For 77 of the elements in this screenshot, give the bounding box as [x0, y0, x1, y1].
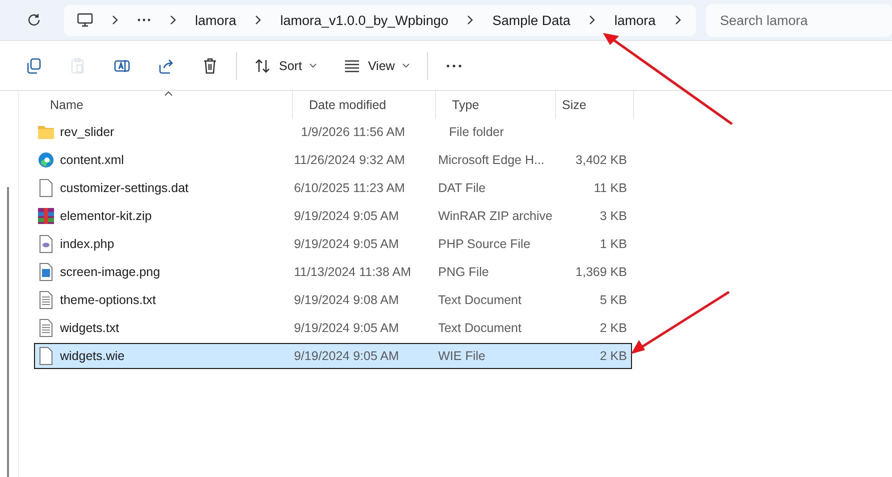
caret-icon	[402, 62, 410, 68]
date-cell-text: 9/19/2024 9:05 AM	[292, 209, 400, 223]
size-cell-text: 2 KB	[598, 321, 628, 335]
size-cell-text: 5 KB	[598, 293, 628, 307]
file-name: elementor-kit.zip	[60, 209, 152, 223]
date-cell-text: 9/19/2024 9:08 AM	[292, 293, 400, 307]
type-cell-text: DAT File	[437, 181, 487, 195]
file-row[interactable]: widgets.wie 9/19/2024 9:05 AM WIE File 2 KB	[34, 343, 632, 369]
size-cell-text: 3,402 KB	[574, 153, 628, 167]
caret-icon	[308, 62, 317, 68]
file-row[interactable]: theme-options.txt 9/19/2024 9:08 AM Text Document 5 KB	[34, 287, 632, 313]
type-cell-text: PHP Source File	[437, 237, 532, 251]
date-cell-text: 11/26/2024 9:32 AM	[292, 153, 406, 167]
more-icon[interactable]	[137, 18, 151, 22]
view-button[interactable]: View	[330, 48, 423, 82]
chevron-icon	[169, 15, 177, 25]
size-cell-text: 2 KB	[598, 349, 628, 363]
file-name: content.xml	[60, 153, 124, 167]
file-name: screen-image.png	[60, 265, 160, 279]
file-row[interactable]: index.php 9/19/2024 9:05 AM PHP Source File 1 KB	[34, 231, 632, 257]
date-cell-text: 11/13/2024 11:38 AM	[292, 265, 412, 279]
file-name: rev_slider	[60, 125, 114, 139]
computer-icon	[77, 12, 93, 28]
chevron-icon	[674, 15, 682, 25]
file-icon	[38, 347, 54, 365]
file-icon	[38, 179, 54, 197]
file-row[interactable]: rev_slider 1/9/2026 11:56 AM File folder	[34, 119, 632, 145]
archive-icon	[38, 207, 54, 225]
column-header[interactable]: Date modified	[293, 91, 436, 119]
date-cell-text: 9/19/2024 9:05 AM	[292, 237, 400, 251]
type-cell-text: PNG File	[437, 265, 490, 279]
file-name: widgets.txt	[60, 321, 120, 335]
chevron-icon	[254, 15, 262, 25]
breadcrumb-item[interactable]: lamora	[614, 12, 656, 28]
file-row[interactable]: elementor-kit.zip 9/19/2024 9:05 AM WinRAR ZIP archive 3 KB	[34, 203, 632, 229]
chevron-icon	[111, 15, 119, 25]
size-cell-text: 3 KB	[598, 209, 628, 223]
type-cell-text: WinRAR ZIP archive	[437, 209, 554, 223]
image-icon	[38, 263, 54, 281]
address-bar[interactable]: lamora lamora_v1.0.0_by_Wpbingo Sample Data lamora	[64, 4, 696, 36]
sort-caret-icon	[164, 91, 173, 96]
text-icon	[38, 319, 54, 337]
file-row[interactable]: widgets.txt 9/19/2024 9:05 AM Text Document 2 KB	[34, 315, 632, 341]
edge-icon	[38, 151, 54, 169]
file-name: index.php	[60, 237, 114, 251]
column-header[interactable]: Type	[436, 91, 556, 119]
type-cell-text: WIE File	[437, 349, 486, 363]
size-cell-text: 11 KB	[592, 181, 628, 195]
file-row[interactable]: content.xml 11/26/2024 9:32 AM Microsoft Edge H... 3,402 KB	[34, 147, 632, 173]
date-cell-text: 9/19/2024 9:05 AM	[292, 321, 400, 335]
file-row[interactable]: customizer-settings.dat 6/10/2025 11:23 AM DAT File 11 KB	[34, 175, 632, 201]
file-row[interactable]: screen-image.png 11/13/2024 11:38 AM PNG File 1,369 KB	[34, 259, 632, 285]
size-cell-text: 1,369 KB	[574, 265, 628, 279]
file-name: widgets.wie	[60, 349, 125, 363]
folder-icon	[38, 123, 54, 141]
type-cell-text: Text Document	[437, 321, 522, 335]
date-cell-text: 6/10/2025 11:23 AM	[292, 181, 406, 195]
sort-button[interactable]: Sort	[241, 48, 330, 82]
sort-icon	[254, 56, 272, 74]
date-cell-text: 9/19/2024 9:05 AM	[292, 349, 400, 363]
text-icon	[38, 291, 54, 309]
size-cell-text: 1 KB	[598, 237, 628, 251]
type-cell-text: Text Document	[437, 293, 522, 307]
php-icon	[38, 235, 54, 253]
search-field[interactable]: Search lamora	[706, 4, 892, 36]
breadcrumb-item[interactable]: lamora	[195, 12, 236, 28]
breadcrumb-item[interactable]: lamora_v1.0.0_by_Wpbingo	[280, 12, 448, 28]
date-cell-text: 1/9/2026 11:56 AM	[300, 125, 406, 139]
column-header[interactable]: Size	[556, 91, 634, 119]
column-header[interactable]: Name	[34, 91, 293, 119]
type-cell-text: Microsoft Edge H...	[437, 153, 546, 167]
chevron-icon	[466, 15, 474, 25]
breadcrumb-item[interactable]: Sample Data	[492, 12, 570, 28]
chevron-icon	[588, 15, 596, 25]
file-name: customizer-settings.dat	[60, 181, 189, 195]
file-name: theme-options.txt	[60, 293, 156, 307]
type-cell-text: File folder	[448, 125, 505, 139]
